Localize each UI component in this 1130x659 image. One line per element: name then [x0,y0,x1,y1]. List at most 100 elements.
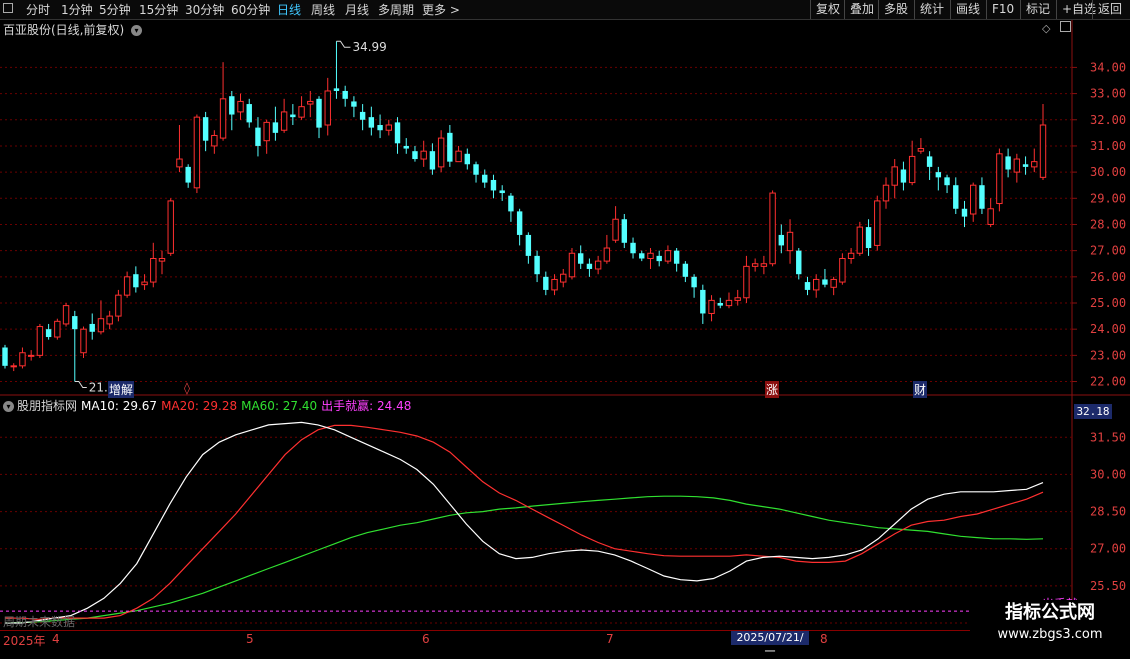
candle-body-down [673,250,680,264]
candle-body-up [551,278,558,291]
candle-body-down [804,282,811,290]
candle-body-up [1013,158,1021,173]
candle-body-up [760,263,768,267]
future-data-label: 周期未来数据 [3,615,76,629]
candle-body-down [351,101,357,107]
candle-body-up [882,184,890,202]
candle-body-up [280,111,288,131]
indicator-name: 股朋指标网 [17,399,78,413]
price-axis-label: 23.00 [1090,348,1126,362]
candle-body-down [202,117,209,141]
candle-body-up [856,226,864,254]
candle-body-up [193,116,201,189]
kline-chart[interactable]: 34.00 33.00 32.00 31.00 30.00 29.00 28.00 27.00… [0,0,1130,650]
indicator-header: ▾ 股朋指标网 MA10: 29.67 MA20: 29.28 MA60: 27.40 出… [3,397,415,414]
event-label-cai[interactable]: 财 [913,381,928,398]
candle-body-up [115,294,122,317]
candle-body-up [62,305,70,325]
candle-body-up [734,297,741,301]
candle-body-up [813,278,820,291]
ma10-value: MA10: 29.67 [81,399,158,413]
candle-body-up [839,258,846,283]
candle-body-down [133,274,139,288]
price-axis-label: 33.00 [1090,87,1126,101]
price-axis-label: 34.00 [1090,60,1126,74]
candle-body-up [211,134,218,147]
candle-body-down [586,263,593,269]
candle-body-up [385,124,393,131]
candle-body-up [10,365,17,368]
watermark-url: www.zbgs3.com [997,627,1103,642]
candle-body-down [255,127,261,146]
candle-body-up [19,352,26,367]
candle-body-down [953,185,959,209]
watermark-title: 指标公式网 [1005,602,1095,623]
x-label-month-4: 4 [52,632,60,646]
candle-body-up [54,320,61,338]
candle-body-up [908,155,916,184]
candle-body-down [691,276,697,288]
candle-body-up [874,200,881,246]
candle-body-down [525,234,532,256]
indicator-axis-label: 30.00 [1090,467,1126,481]
candle-body-up [647,252,654,260]
candle-body-down [290,114,296,118]
price-axis-label: 30.00 [1090,165,1126,179]
candle-body-down [429,151,436,170]
candle-body-up [237,100,244,113]
candle-body-down [72,316,78,330]
candle-body-down [499,190,505,194]
candle-body-up [996,153,1003,205]
candle-body-down [447,132,453,162]
ma60-value: MA60: 27.40 [241,399,318,413]
candle-body-up [141,281,148,286]
candle-body-up [298,106,305,118]
price-axis-label: 25.00 [1090,296,1126,310]
candle-body-down [482,174,488,183]
candle-body-up [891,166,898,186]
candle-body-down [682,263,689,277]
price-axis-label: 27.00 [1090,244,1126,258]
event-label-zhang[interactable]: 涨 [765,381,780,398]
candle-body-up [708,299,715,314]
watermark: 指标公式网 www.zbgs3.com [970,600,1130,650]
ma10-line [5,421,1044,624]
price-axis-label: 26.00 [1090,270,1126,284]
candle-body-up [150,258,157,283]
candle-body-down [822,279,828,285]
price-axis-label: 24.00 [1090,322,1126,336]
x-label-month-7: 7 [606,632,614,646]
candle-body-down [516,211,523,235]
chevron-down-icon[interactable]: ▾ [3,401,14,412]
candle-body-down [490,179,497,191]
event-label-zengjie[interactable]: 增解 [108,381,135,398]
indicator-axis-label: 31.50 [1090,430,1126,444]
candle-body-down [778,234,785,246]
candle-body-up [603,247,611,262]
candle-body-up [167,200,174,254]
candle-body-down [473,164,479,175]
price-axis-label: 32.00 [1090,113,1126,127]
candle-body-down [377,125,383,131]
candle-body-down [2,347,8,366]
event-mark-icon[interactable]: ◊ [183,381,191,395]
candle-body-down [700,289,706,314]
candle-body-down [865,227,872,249]
low-marker [74,381,87,389]
date-axis [0,630,1130,650]
ma20-line [5,424,1044,620]
price-axis-label: 22.00 [1090,375,1126,389]
candle-body-down [394,122,401,144]
candle-body-down [45,329,52,338]
candle-body-up [80,328,87,354]
indicator-axis-label: 27.00 [1090,542,1126,556]
candle-body-up [1031,161,1038,168]
candle-body-up [176,158,183,168]
candle-body-down [534,255,540,275]
candle-body-up [830,278,837,288]
candle-body-up [560,273,567,283]
x-label-month-5: 5 [246,632,254,646]
candle-body-up [324,90,331,126]
candle-body-down [717,303,723,306]
candle-body-down [316,98,322,128]
